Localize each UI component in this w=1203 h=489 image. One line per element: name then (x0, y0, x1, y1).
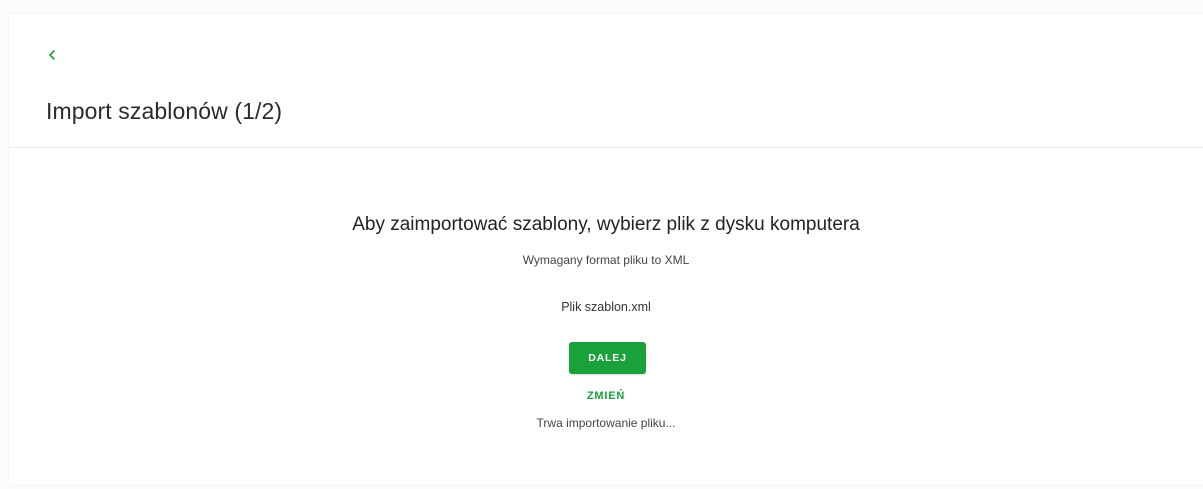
page-header: Import szablonów (1/2) (9, 14, 1203, 148)
format-hint: Wymagany format pliku to XML (522, 253, 690, 267)
selected-file-label: Plik szablon.xml (561, 300, 651, 314)
change-file-link[interactable]: ZMIEŃ (587, 390, 625, 402)
chevron-left-icon (49, 50, 55, 60)
back-button[interactable] (45, 47, 59, 63)
import-panel: Import szablonów (1/2) Aby zaimportować … (9, 14, 1203, 484)
import-status: Trwa importowanie pliku... (536, 416, 676, 430)
import-content: Aby zaimportować szablony, wybierz plik … (9, 148, 1203, 484)
next-button[interactable]: DALEJ (569, 342, 646, 374)
page-title: Import szablonów (1/2) (46, 98, 283, 124)
import-heading: Aby zaimportować szablony, wybierz plik … (352, 214, 860, 235)
change-file-row: ZMIEŃ (9, 389, 1203, 403)
